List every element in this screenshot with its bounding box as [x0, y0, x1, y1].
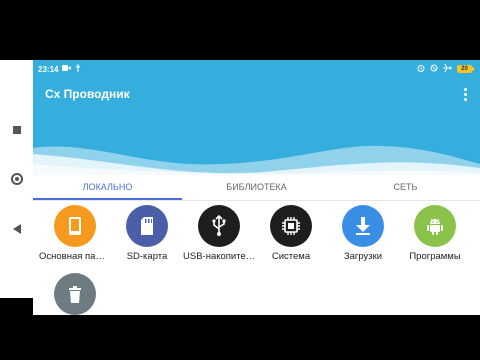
- airplane-icon: [443, 63, 452, 74]
- usb-icon: [198, 205, 240, 247]
- chip-icon: [270, 205, 312, 247]
- app-title: Cx Проводник: [45, 87, 130, 101]
- system-nav-bar: [0, 60, 33, 298]
- back-button[interactable]: [0, 217, 33, 241]
- status-time: 23:14: [38, 64, 59, 74]
- battery-indicator: 20: [457, 65, 474, 73]
- location-label: Программы: [409, 251, 461, 262]
- trash-icon: [54, 273, 96, 315]
- location-trash[interactable]: [39, 273, 111, 315]
- location-apps[interactable]: Программы: [399, 205, 471, 262]
- status-bar: 23:14 20: [33, 60, 480, 78]
- android-icon: [414, 205, 456, 247]
- app-screen: 23:14 20 Cx Проводник ЛОКАЛЬНО БИБЛИОТЕК…: [33, 60, 480, 315]
- location-usb[interactable]: USB-накопитель: [183, 205, 255, 262]
- app-bar: 23:14 20 Cx Проводник: [33, 60, 480, 175]
- locations-grid: Основная память SD-карта USB-накопитель …: [33, 201, 480, 315]
- location-main-storage[interactable]: Основная память: [39, 205, 111, 262]
- location-label: Загрузки: [343, 251, 383, 262]
- location-downloads[interactable]: Загрузки: [327, 205, 399, 262]
- download-icon: [342, 205, 384, 247]
- no-sim-icon: [430, 64, 438, 74]
- usb-debug-icon: [75, 64, 81, 74]
- location-system[interactable]: Система: [255, 205, 327, 262]
- location-sd-card[interactable]: SD-карта: [111, 205, 183, 262]
- home-icon: [10, 173, 23, 185]
- tab-bar: ЛОКАЛЬНО БИБЛИОТЕКА СЕТЬ: [33, 175, 480, 201]
- location-label: Система: [271, 251, 311, 262]
- tab-local[interactable]: ЛОКАЛЬНО: [33, 175, 182, 200]
- home-button[interactable]: [0, 167, 33, 191]
- video-camera-icon: [62, 65, 72, 73]
- tab-network[interactable]: СЕТЬ: [331, 175, 480, 200]
- recents-icon: [12, 126, 21, 134]
- phone-icon: [54, 205, 96, 247]
- overflow-menu-icon[interactable]: [460, 85, 470, 103]
- location-label: SD-карта: [126, 251, 168, 262]
- location-label: USB-накопитель: [183, 251, 255, 262]
- back-icon: [12, 224, 21, 234]
- device-frame: 23:14 20 Cx Проводник ЛОКАЛЬНО БИБЛИОТЕК…: [0, 0, 480, 360]
- recents-button[interactable]: [0, 118, 33, 142]
- tab-library[interactable]: БИБЛИОТЕКА: [182, 175, 331, 200]
- sd-card-icon: [126, 205, 168, 247]
- alarm-icon: [417, 64, 425, 74]
- location-label: Основная память: [39, 251, 111, 262]
